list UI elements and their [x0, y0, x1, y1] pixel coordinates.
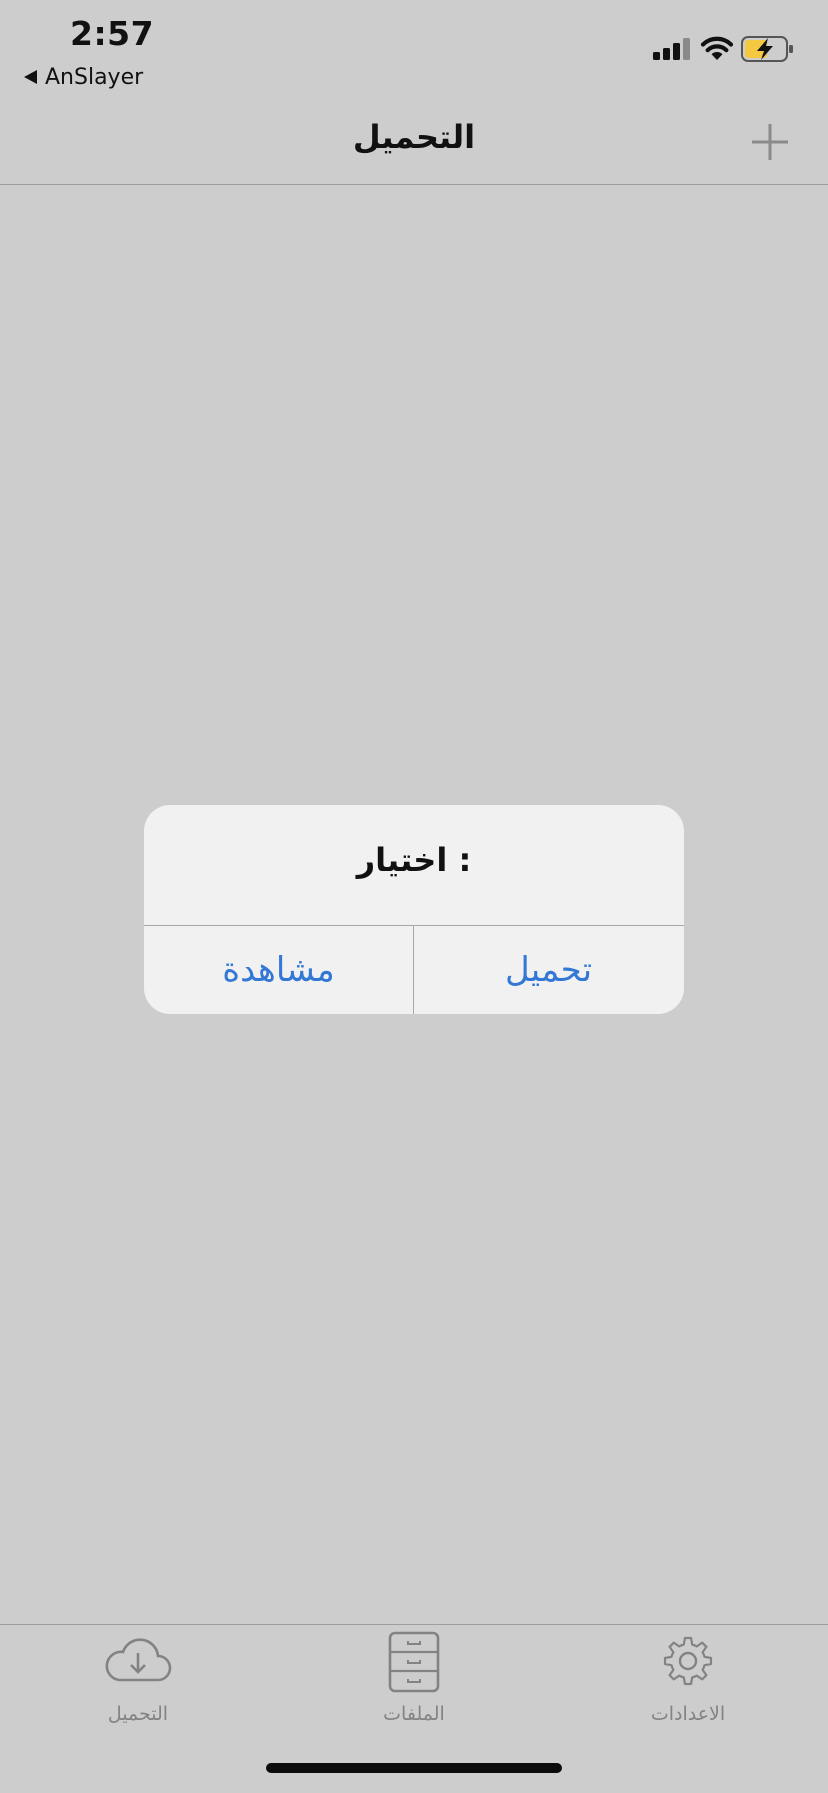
- choice-alert: اختيار : مشاهدة تحميل: [144, 805, 684, 1014]
- download-button[interactable]: تحميل: [414, 926, 683, 1014]
- plus-icon[interactable]: [748, 120, 792, 164]
- status-time: 2:57: [70, 14, 155, 53]
- tab-files[interactable]: الملفات: [324, 1625, 504, 1735]
- alert-title: اختيار :: [356, 841, 472, 879]
- wifi-icon: [700, 36, 734, 60]
- home-indicator[interactable]: [266, 1763, 562, 1773]
- tab-settings[interactable]: الاعدادات: [598, 1625, 778, 1735]
- battery-charging-icon: [741, 36, 793, 62]
- status-bar: 2:57 AnSlayer: [0, 0, 828, 96]
- file-cabinet-icon: [388, 1631, 440, 1693]
- cellular-signal-icon: [653, 38, 690, 60]
- tab-downloads[interactable]: التحميل: [48, 1625, 228, 1735]
- back-triangle-icon: [24, 70, 37, 84]
- watch-button[interactable]: مشاهدة: [144, 926, 413, 1014]
- navigation-bar: التحميل: [0, 96, 828, 185]
- tab-files-label: الملفات: [383, 1703, 445, 1725]
- page-title: التحميل: [352, 118, 476, 156]
- back-app-label: AnSlayer: [45, 64, 144, 90]
- gear-icon: [663, 1636, 713, 1686]
- tab-downloads-label: التحميل: [107, 1703, 169, 1725]
- cloud-download-icon: [105, 1638, 172, 1682]
- tab-settings-label: الاعدادات: [650, 1703, 726, 1725]
- back-to-app-link[interactable]: AnSlayer: [24, 62, 143, 92]
